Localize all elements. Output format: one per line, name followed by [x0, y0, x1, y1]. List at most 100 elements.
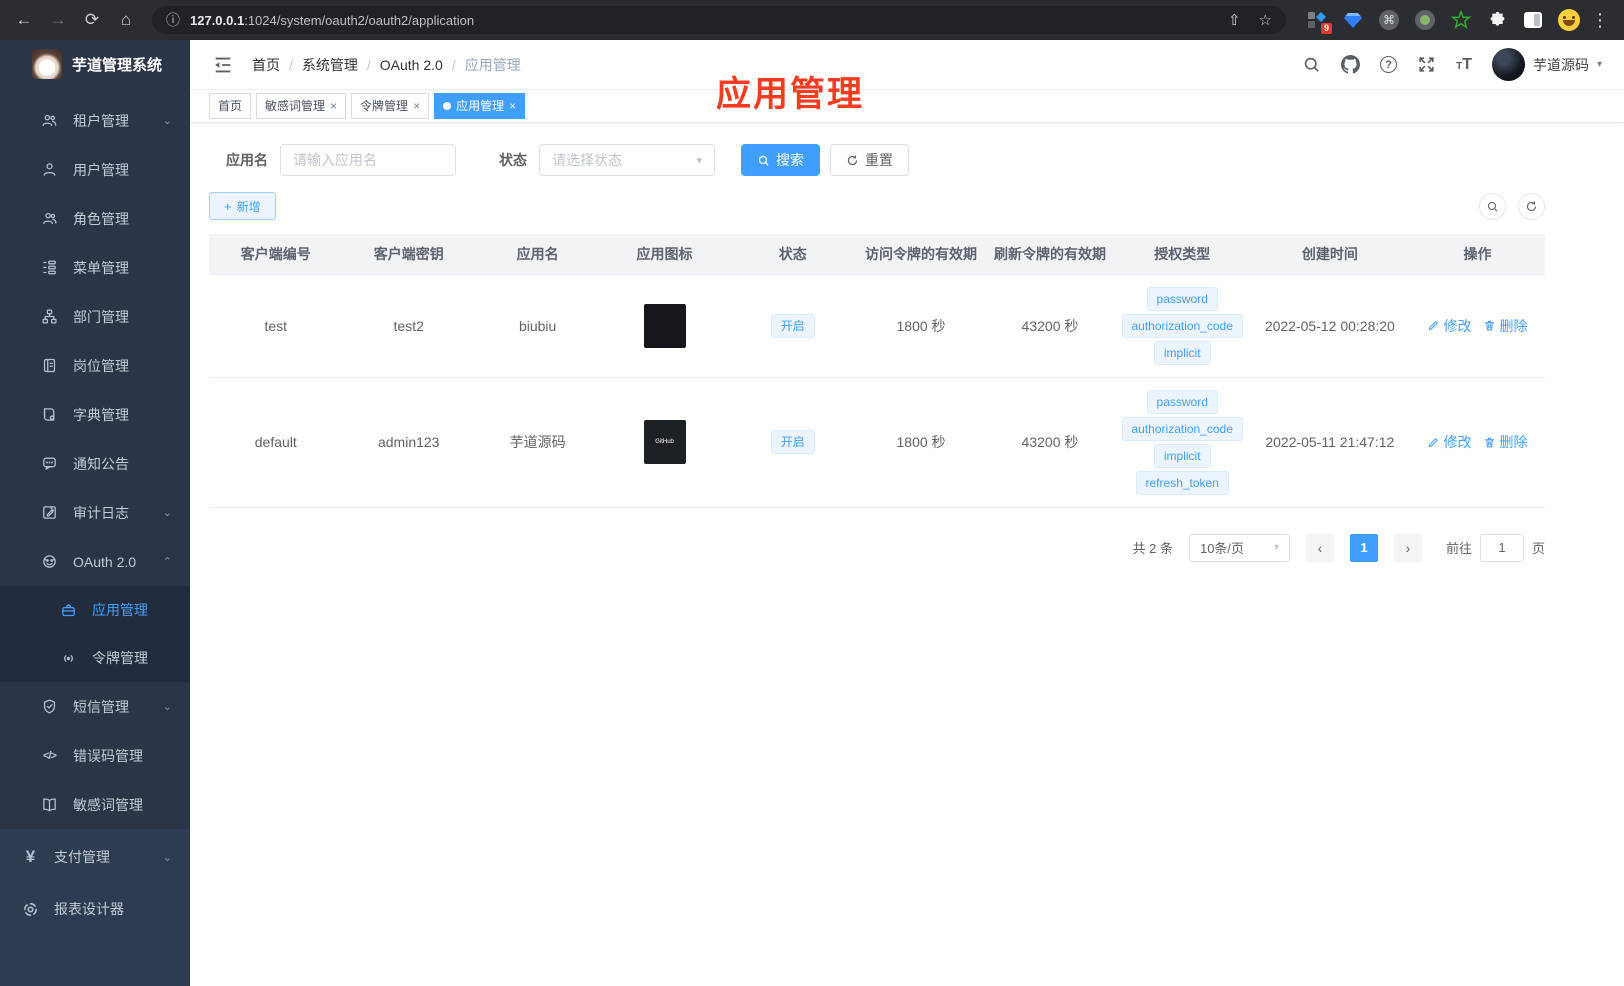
delete-button[interactable]: 删除 — [1483, 316, 1527, 336]
command-extension-icon[interactable]: ⌘ — [1378, 9, 1400, 31]
sidebar-item-sms[interactable]: 短信管理 ⌄ — [0, 682, 190, 731]
close-tab-icon[interactable]: × — [509, 94, 516, 118]
sidebar-item-dict[interactable]: 字典管理 — [0, 390, 190, 439]
submenu-oauth2: 应用管理 令牌管理 — [0, 586, 190, 682]
emoji-extension-icon[interactable] — [1558, 9, 1580, 31]
browser-toolbar: ← → ⟳ ⌂ ⓘ 127.0.0.1:1024/system/oauth2/o… — [0, 0, 1624, 40]
tab-application[interactable]: 应用管理 × — [434, 93, 526, 119]
status-label: 状态 — [499, 152, 527, 168]
help-icon[interactable]: ? — [1380, 56, 1398, 73]
breadcrumb-item[interactable]: 首页 — [252, 55, 280, 75]
browser-menu-icon[interactable]: ⋮ — [1586, 6, 1614, 34]
search-button[interactable]: 搜索 — [741, 144, 820, 176]
puzzle-extension-icon[interactable] — [1486, 9, 1508, 31]
goto-page-input[interactable] — [1479, 533, 1524, 562]
sidebar-item-role[interactable]: 角色管理 — [0, 194, 190, 243]
chevron-down-icon: ▾ — [1273, 542, 1279, 553]
breadcrumb-item[interactable]: 系统管理 — [302, 55, 358, 75]
sidebar-item-menu[interactable]: 菜单管理 — [0, 243, 190, 292]
collapse-sidebar-icon[interactable] — [212, 54, 234, 76]
refresh-table-button[interactable] — [1518, 192, 1545, 220]
book-open-icon — [41, 796, 58, 813]
prev-page-button[interactable]: ‹ — [1305, 533, 1334, 562]
sidebar-item-report-designer[interactable]: 报表设计器 — [0, 883, 190, 935]
site-info-icon[interactable]: ⓘ — [166, 10, 180, 30]
forward-icon[interactable]: → — [44, 6, 72, 34]
plus-icon: + — [224, 198, 232, 214]
pagination: 共 2 条 10条/页 ▾ ‹ 1 › 前往 页 — [209, 533, 1545, 562]
panel-extension-icon[interactable] — [1522, 9, 1544, 31]
page-1-button[interactable]: 1 — [1349, 533, 1378, 562]
sidebar-item-label: 报表设计器 — [54, 901, 124, 917]
sidebar-item-label: 用户管理 — [73, 161, 129, 178]
org-icon — [41, 308, 58, 325]
column-header: 应用名 — [474, 234, 601, 275]
page-content: 应用名 状态 请选择状态 ▾ 搜索 重置 — [190, 123, 1624, 562]
status-badge: 开启 — [770, 313, 815, 338]
github-icon[interactable] — [1341, 55, 1361, 74]
cell-app-name: biubiu — [474, 274, 601, 378]
delete-button[interactable]: 删除 — [1483, 432, 1527, 452]
dict-icon — [41, 406, 58, 423]
tab-home[interactable]: 首页 — [209, 93, 252, 119]
sidebar-item-user[interactable]: 用户管理 — [0, 145, 190, 194]
goto-label: 前往 — [1445, 541, 1472, 556]
tab-label: 首页 — [218, 99, 243, 113]
tab-sensitive-word[interactable]: 敏感词管理 × — [256, 93, 347, 119]
sidebar-menu-bottom: ¥ 支付管理 ⌄ 报表设计器 — [0, 829, 190, 986]
gem-extension-icon[interactable] — [1342, 9, 1364, 31]
sidebar-item-sensitive-word[interactable]: 敏感词管理 — [0, 780, 190, 829]
tabs-grid-extension-icon[interactable]: 9 — [1306, 9, 1332, 34]
next-page-button[interactable]: › — [1393, 533, 1422, 562]
sidebar-item-oauth2[interactable]: OAuth 2.0 ⌃ — [0, 537, 190, 586]
trash-icon — [1483, 319, 1496, 332]
close-tab-icon[interactable]: × — [413, 94, 420, 118]
total-count: 共 2 条 — [1132, 541, 1173, 556]
top-navbar: 首页 / 系统管理 / OAuth 2.0/应用管理 ? TT 芋道源码 ▾ — [190, 40, 1624, 90]
reload-icon[interactable]: ⟳ — [78, 6, 106, 34]
sidebar-menu: 租户管理 ⌄ 用户管理角色管理 菜单管理 部门管理 岗位管理字典管理通知公告 审计日志 ⌄ OA… — [0, 88, 190, 829]
cell-client-secret: test2 — [342, 274, 475, 378]
back-icon[interactable]: ← — [10, 6, 38, 34]
home-icon[interactable]: ⌂ — [112, 6, 140, 34]
sidebar-item-oauth2-token[interactable]: 令牌管理 — [0, 634, 190, 682]
star-extension-icon[interactable] — [1450, 9, 1472, 31]
breadcrumb-item[interactable]: OAuth 2.0 — [380, 57, 443, 73]
share-icon[interactable]: ⇧ — [1228, 11, 1241, 29]
app-name-input[interactable] — [280, 144, 456, 176]
toggle-search-button[interactable] — [1479, 192, 1506, 220]
app-name-label: 应用名 — [226, 152, 268, 168]
search-icon[interactable] — [1302, 55, 1321, 74]
sidebar-item-post[interactable]: 岗位管理 — [0, 341, 190, 390]
user-menu[interactable]: 芋道源码 ▾ — [1491, 48, 1602, 81]
sidebar-item-oauth2-application[interactable]: 应用管理 — [0, 586, 190, 634]
sidebar: 芋道管理系统 租户管理 ⌄ 用户管理角色管理 菜单管理 部门管理 岗位管理字典管理通知公告… — [0, 40, 190, 986]
fullscreen-icon[interactable] — [1417, 55, 1436, 74]
reset-button[interactable]: 重置 — [830, 144, 909, 176]
sidebar-item-label: 支付管理 — [54, 849, 110, 865]
address-bar[interactable]: ⓘ 127.0.0.1:1024/system/oauth2/oauth2/ap… — [152, 6, 1286, 34]
sidebar-item-audit-log[interactable]: 审计日志 ⌄ — [0, 488, 190, 537]
tab-token[interactable]: 令牌管理 × — [351, 93, 430, 119]
sidebar-item-label: 字典管理 — [73, 406, 129, 423]
cell-client-id: test — [209, 274, 343, 378]
status-select[interactable]: 请选择状态 ▾ — [539, 144, 715, 176]
main-area: 应用管理 首页 / 系统管理 / OAuth 2.0/应用管理 ? TT 芋道源… — [190, 40, 1624, 986]
sidebar-item-pay[interactable]: ¥ 支付管理 ⌄ — [0, 831, 190, 883]
sidebar-item-tenant[interactable]: 租户管理 ⌄ — [0, 96, 190, 145]
edit-pen-icon — [1427, 319, 1440, 332]
add-button[interactable]: + 新增 — [209, 192, 276, 220]
sidebar-item-notice[interactable]: 通知公告 — [0, 439, 190, 488]
record-extension-icon[interactable] — [1414, 9, 1436, 31]
page-size-select[interactable]: 10条/页 ▾ — [1188, 533, 1290, 562]
edit-button[interactable]: 修改 — [1427, 316, 1471, 336]
font-size-icon[interactable]: TT — [1456, 56, 1472, 74]
app-logo-row[interactable]: 芋道管理系统 — [0, 40, 190, 88]
sidebar-item-dept[interactable]: 部门管理 — [0, 292, 190, 341]
user-icon — [41, 161, 58, 178]
close-tab-icon[interactable]: × — [330, 94, 337, 118]
table-row: default admin123 芋道源码 GitHub 开启 1800 秒 43200 秒… — [209, 377, 1545, 508]
sidebar-item-error-code[interactable]: </> 错误码管理 — [0, 731, 190, 780]
edit-button[interactable]: 修改 — [1427, 432, 1471, 452]
bookmark-star-icon[interactable]: ☆ — [1259, 11, 1272, 29]
